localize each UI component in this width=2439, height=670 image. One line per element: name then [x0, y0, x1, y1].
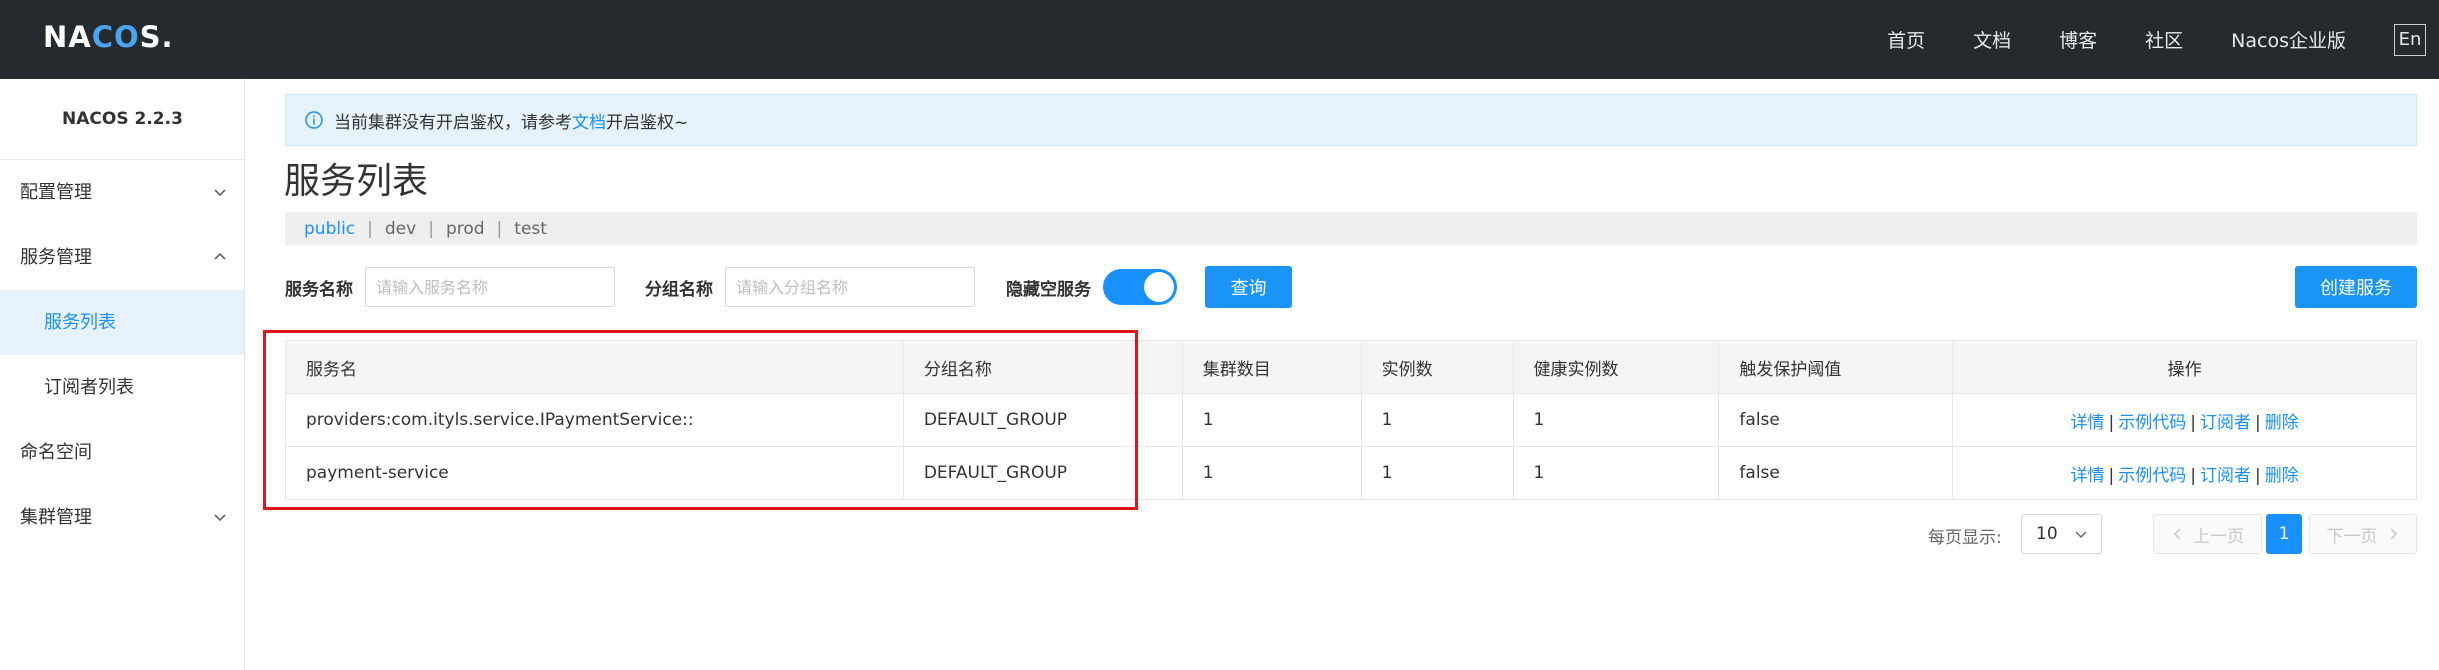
cell-operations: 详情 | 示例代码 | 订阅者 | 删除 [1952, 446, 2417, 500]
group-name-label: 分组名称 [645, 279, 713, 300]
sidebar-item-cluster-management[interactable]: 集群管理 [0, 485, 244, 550]
col-header-cluster-count: 集群数目 [1181, 340, 1362, 394]
cell-healthy-count: 1 [1512, 446, 1720, 500]
cell-instance-count: 1 [1360, 446, 1514, 500]
version-label: NACOS 2.2.3 [0, 79, 245, 160]
query-button[interactable]: 查询 [1205, 266, 1292, 308]
sidebar-item-subscriber-list[interactable]: 订阅者列表 [0, 355, 244, 420]
namespace-separator: | [367, 218, 373, 239]
namespace-separator: | [496, 218, 503, 239]
sidebar-item-namespace[interactable]: 命名空间 [0, 420, 244, 485]
hide-empty-toggle[interactable] [1103, 269, 1177, 305]
sidebar-item-label: 服务管理 [20, 247, 92, 268]
cell-operations: 详情 | 示例代码 | 订阅者 | 删除 [1952, 393, 2417, 447]
cell-cluster-count: 1 [1181, 446, 1362, 500]
hide-empty-label: 隐藏空服务 [1006, 279, 1091, 300]
subscriber-link[interactable]: 订阅者 [2200, 466, 2251, 486]
notice-text-after: 开启鉴权~ [606, 112, 689, 133]
page-size-select[interactable]: 10 [2021, 514, 2102, 554]
col-header-healthy-instance-count: 健康实例数 [1512, 340, 1720, 394]
nav-enterprise-link[interactable]: Nacos企业版 [2231, 26, 2346, 53]
namespace-separator: | [428, 218, 434, 239]
per-page-label: 每页显示: [1928, 528, 2002, 548]
service-name-input[interactable] [365, 267, 615, 307]
chevron-down-icon [214, 189, 226, 197]
group-name-input[interactable] [725, 267, 975, 307]
top-header: NACOS. 首页 文档 博客 社区 Nacos企业版 En [0, 0, 2439, 79]
notice-docs-link[interactable]: 文档 [572, 108, 606, 133]
op-separator: | [2190, 412, 2196, 433]
group-name-filter: 分组名称 [645, 266, 975, 308]
namespace-dev[interactable]: dev [385, 219, 416, 239]
sidebar-item-label: 配置管理 [20, 182, 92, 203]
sidebar-item-label: 集群管理 [20, 507, 92, 528]
nacos-logo[interactable]: NACOS. [43, 20, 174, 54]
namespace-prod[interactable]: prod [446, 219, 485, 239]
auth-notice: 当前集群没有开启鉴权，请参考 文档 开启鉴权~ [285, 94, 2417, 146]
sidebar-item-service-list[interactable]: 服务列表 [0, 290, 244, 355]
current-page-button[interactable]: 1 [2266, 514, 2302, 554]
chevron-down-icon [2075, 531, 2087, 539]
notice-text-before: 当前集群没有开启鉴权，请参考 [334, 112, 572, 133]
chevron-up-icon [214, 252, 226, 260]
op-separator: | [2108, 412, 2115, 433]
language-switch-button[interactable]: En [2394, 23, 2426, 56]
nav-home-link[interactable]: 首页 [1887, 26, 1925, 53]
op-separator: | [2190, 465, 2196, 486]
detail-link[interactable]: 详情 [2071, 413, 2105, 433]
chevron-right-icon [2389, 528, 2397, 540]
sidebar: NACOS 2.2.3 配置管理 服务管理 服务列表 订阅者列表 命名空间 集群… [0, 79, 245, 670]
chevron-left-icon [2173, 528, 2181, 540]
detail-link[interactable]: 详情 [2071, 466, 2105, 486]
cell-protect-threshold: false [1718, 446, 1954, 500]
col-header-instance-count: 实例数 [1360, 340, 1514, 394]
next-page-label: 下一页 [2326, 526, 2378, 547]
namespace-bar: public | dev | prod | test [285, 212, 2417, 245]
cell-cluster-count: 1 [1181, 393, 1362, 447]
sample-code-link[interactable]: 示例代码 [2118, 466, 2186, 486]
service-name-label: 服务名称 [285, 279, 353, 300]
sidebar-item-config-management[interactable]: 配置管理 [0, 160, 244, 225]
top-nav: 首页 文档 博客 社区 Nacos企业版 En [1887, 0, 2439, 79]
next-page-button[interactable]: 下一页 [2309, 514, 2417, 554]
nav-docs-link[interactable]: 文档 [1973, 26, 2011, 53]
col-header-protect-threshold: 触发保护阈值 [1718, 340, 1954, 394]
op-separator: | [2255, 465, 2261, 486]
cell-instance-count: 1 [1360, 393, 1514, 447]
page-size-value: 10 [2036, 524, 2058, 544]
delete-link[interactable]: 删除 [2265, 466, 2299, 486]
toggle-knob [1144, 272, 1174, 302]
red-highlight-box [263, 330, 1138, 510]
page-title: 服务列表 [284, 161, 429, 202]
cell-healthy-count: 1 [1512, 393, 1720, 447]
op-separator: | [2108, 465, 2115, 486]
service-name-filter: 服务名称 [285, 266, 615, 308]
prev-page-button[interactable]: 上一页 [2153, 514, 2262, 554]
subscriber-link[interactable]: 订阅者 [2200, 413, 2251, 433]
sample-code-link[interactable]: 示例代码 [2118, 413, 2186, 433]
chevron-down-icon [214, 514, 226, 522]
create-service-button[interactable]: 创建服务 [2295, 266, 2417, 308]
prev-page-label: 上一页 [2193, 526, 2244, 547]
nav-community-link[interactable]: 社区 [2145, 26, 2183, 53]
sidebar-item-service-management[interactable]: 服务管理 [0, 225, 244, 290]
cell-protect-threshold: false [1718, 393, 1954, 447]
namespace-public[interactable]: public [304, 219, 355, 239]
op-separator: | [2255, 412, 2261, 433]
col-header-operations: 操作 [1952, 340, 2417, 394]
delete-link[interactable]: 删除 [2265, 413, 2299, 433]
nav-blog-link[interactable]: 博客 [2059, 26, 2097, 53]
hide-empty-filter: 隐藏空服务 [1006, 266, 1177, 308]
info-icon [305, 111, 323, 129]
namespace-test[interactable]: test [514, 219, 547, 239]
